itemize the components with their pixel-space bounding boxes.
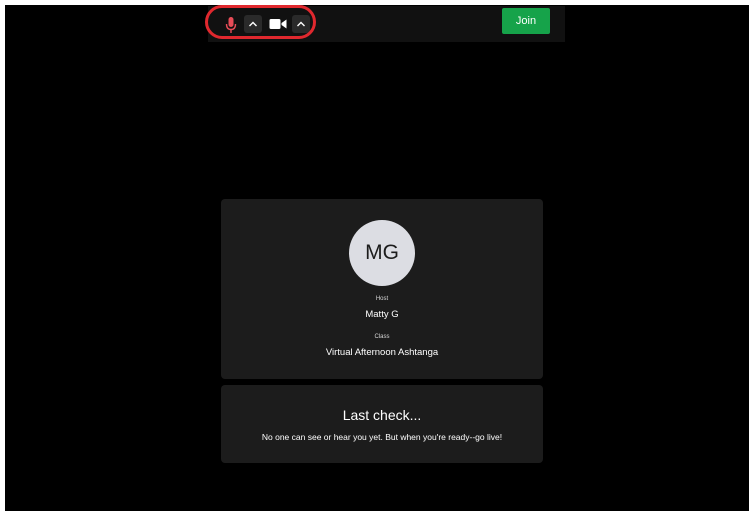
join-button[interactable]: Join — [502, 8, 550, 34]
last-check-title: Last check... — [342, 407, 422, 423]
microphone-options-button[interactable] — [244, 15, 262, 33]
microphone-icon — [225, 17, 237, 33]
camera-options-button[interactable] — [292, 15, 310, 33]
chevron-up-icon — [297, 21, 305, 27]
host-label: Host — [375, 296, 389, 302]
camera-button[interactable] — [268, 15, 288, 33]
last-check-card: Last check... No one can see or hear you… — [221, 385, 543, 463]
microphone-button[interactable] — [222, 15, 240, 35]
video-lobby: Join MG Host Matty G Class Virtual After… — [5, 5, 749, 511]
class-name: Virtual Afternoon Ashtanga — [325, 347, 439, 358]
session-info-card: MG Host Matty G Class Virtual Afternoon … — [221, 199, 543, 379]
host-name: Matty G — [365, 309, 399, 320]
chevron-up-icon — [249, 21, 257, 27]
video-camera-icon — [269, 19, 287, 29]
last-check-message: No one can see or hear you yet. But when… — [261, 432, 503, 442]
avatar: MG — [349, 220, 415, 286]
class-label: Class — [374, 334, 390, 340]
